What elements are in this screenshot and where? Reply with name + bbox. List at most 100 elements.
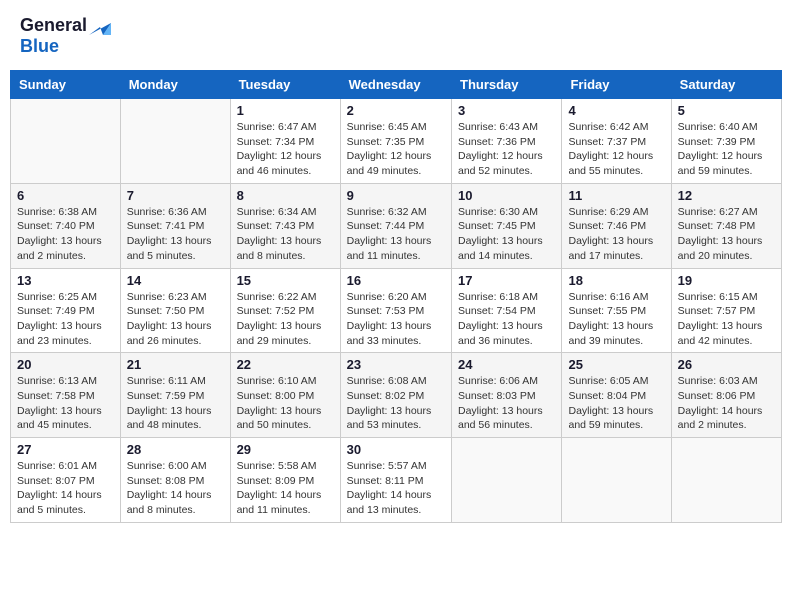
calendar-header-row: SundayMondayTuesdayWednesdayThursdayFrid… [11,71,782,99]
day-detail: Sunrise: 5:57 AM Sunset: 8:11 PM Dayligh… [347,459,445,518]
logo-general-text: General [20,15,87,36]
calendar-cell: 27 Sunrise: 6:01 AM Sunset: 8:07 PM Dayli… [11,438,121,523]
day-detail: Sunrise: 6:03 AM Sunset: 8:06 PM Dayligh… [678,374,775,433]
calendar-cell: 5 Sunrise: 6:40 AM Sunset: 7:39 PM Daylig… [671,99,781,184]
calendar-cell: 14 Sunrise: 6:23 AM Sunset: 7:50 PM Dayli… [120,268,230,353]
day-detail: Sunrise: 6:20 AM Sunset: 7:53 PM Dayligh… [347,290,445,349]
calendar-cell: 17Sunrise: 6:18 AM Sunset: 7:54 PM Dayli… [452,268,562,353]
day-detail: Sunrise: 6:10 AM Sunset: 8:00 PM Dayligh… [237,374,334,433]
day-number: 26 [678,357,775,372]
day-number: 21 [127,357,224,372]
day-detail: Sunrise: 6:13 AM Sunset: 7:58 PM Dayligh… [17,374,114,433]
day-number: 24 [458,357,555,372]
logo-blue-text: Blue [20,36,59,57]
calendar-week-3: 13 Sunrise: 6:25 AM Sunset: 7:49 PM Dayli… [11,268,782,353]
calendar-cell: 30 Sunrise: 5:57 AM Sunset: 8:11 PM Dayli… [340,438,451,523]
logo-bird-icon [89,17,111,35]
day-number: 11 [568,188,664,203]
day-number: 20 [17,357,114,372]
day-number: 7 [127,188,224,203]
day-detail: Sunrise: 6:38 AM Sunset: 7:40 PM Dayligh… [17,205,114,264]
day-number: 6 [17,188,114,203]
calendar-week-4: 20 Sunrise: 6:13 AM Sunset: 7:58 PM Dayli… [11,353,782,438]
day-number: 22 [237,357,334,372]
calendar-cell [562,438,671,523]
calendar-table: SundayMondayTuesdayWednesdayThursdayFrid… [10,70,782,523]
day-detail: Sunrise: 6:22 AM Sunset: 7:52 PM Dayligh… [237,290,334,349]
calendar-cell: 9 Sunrise: 6:32 AM Sunset: 7:44 PM Daylig… [340,183,451,268]
calendar-cell: 4 Sunrise: 6:42 AM Sunset: 7:37 PM Daylig… [562,99,671,184]
calendar-header-tuesday: Tuesday [230,71,340,99]
day-number: 18 [568,273,664,288]
day-number: 15 [237,273,334,288]
day-detail: Sunrise: 6:27 AM Sunset: 7:48 PM Dayligh… [678,205,775,264]
day-number: 1 [237,103,334,118]
calendar-cell: 10 Sunrise: 6:30 AM Sunset: 7:45 PM Dayli… [452,183,562,268]
calendar-cell: 7 Sunrise: 6:36 AM Sunset: 7:41 PM Daylig… [120,183,230,268]
day-number: 23 [347,357,445,372]
calendar-cell: 26 Sunrise: 6:03 AM Sunset: 8:06 PM Dayli… [671,353,781,438]
day-detail: Sunrise: 6:23 AM Sunset: 7:50 PM Dayligh… [127,290,224,349]
day-number: 4 [568,103,664,118]
day-number: 17 [458,273,555,288]
day-detail: Sunrise: 6:36 AM Sunset: 7:41 PM Dayligh… [127,205,224,264]
calendar-cell: 2Sunrise: 6:45 AM Sunset: 7:35 PM Daylig… [340,99,451,184]
day-number: 10 [458,188,555,203]
day-detail: Sunrise: 6:34 AM Sunset: 7:43 PM Dayligh… [237,205,334,264]
calendar-cell [11,99,121,184]
calendar-header-thursday: Thursday [452,71,562,99]
day-number: 30 [347,442,445,457]
calendar-cell: 18Sunrise: 6:16 AM Sunset: 7:55 PM Dayli… [562,268,671,353]
calendar-cell: 8 Sunrise: 6:34 AM Sunset: 7:43 PM Daylig… [230,183,340,268]
day-detail: Sunrise: 6:45 AM Sunset: 7:35 PM Dayligh… [347,120,445,179]
day-detail: Sunrise: 6:40 AM Sunset: 7:39 PM Dayligh… [678,120,775,179]
day-detail: Sunrise: 6:29 AM Sunset: 7:46 PM Dayligh… [568,205,664,264]
calendar-cell: 20 Sunrise: 6:13 AM Sunset: 7:58 PM Dayli… [11,353,121,438]
calendar-cell: 28Sunrise: 6:00 AM Sunset: 8:08 PM Dayli… [120,438,230,523]
calendar-cell [452,438,562,523]
day-detail: Sunrise: 6:32 AM Sunset: 7:44 PM Dayligh… [347,205,445,264]
calendar-header-saturday: Saturday [671,71,781,99]
day-number: 9 [347,188,445,203]
calendar-cell: 15 Sunrise: 6:22 AM Sunset: 7:52 PM Dayli… [230,268,340,353]
calendar-cell: 25Sunrise: 6:05 AM Sunset: 8:04 PM Dayli… [562,353,671,438]
day-detail: Sunrise: 6:30 AM Sunset: 7:45 PM Dayligh… [458,205,555,264]
day-number: 5 [678,103,775,118]
day-detail: Sunrise: 6:08 AM Sunset: 8:02 PM Dayligh… [347,374,445,433]
day-number: 14 [127,273,224,288]
day-detail: Sunrise: 6:15 AM Sunset: 7:57 PM Dayligh… [678,290,775,349]
day-number: 8 [237,188,334,203]
calendar-cell: 19 Sunrise: 6:15 AM Sunset: 7:57 PM Dayli… [671,268,781,353]
day-detail: Sunrise: 6:25 AM Sunset: 7:49 PM Dayligh… [17,290,114,349]
calendar-cell: 16 Sunrise: 6:20 AM Sunset: 7:53 PM Dayli… [340,268,451,353]
calendar-cell: 6 Sunrise: 6:38 AM Sunset: 7:40 PM Daylig… [11,183,121,268]
day-number: 27 [17,442,114,457]
day-number: 13 [17,273,114,288]
calendar-cell: 24 Sunrise: 6:06 AM Sunset: 8:03 PM Dayli… [452,353,562,438]
day-detail: Sunrise: 5:58 AM Sunset: 8:09 PM Dayligh… [237,459,334,518]
day-number: 16 [347,273,445,288]
logo: General Blue [20,15,111,57]
day-detail: Sunrise: 6:01 AM Sunset: 8:07 PM Dayligh… [17,459,114,518]
calendar-cell [671,438,781,523]
day-detail: Sunrise: 6:47 AM Sunset: 7:34 PM Dayligh… [237,120,334,179]
calendar-week-1: 1 Sunrise: 6:47 AM Sunset: 7:34 PM Daylig… [11,99,782,184]
day-number: 12 [678,188,775,203]
day-detail: Sunrise: 6:00 AM Sunset: 8:08 PM Dayligh… [127,459,224,518]
day-detail: Sunrise: 6:06 AM Sunset: 8:03 PM Dayligh… [458,374,555,433]
page-header: General Blue [10,10,782,62]
day-number: 29 [237,442,334,457]
day-number: 19 [678,273,775,288]
calendar-header-wednesday: Wednesday [340,71,451,99]
calendar-cell: 11 Sunrise: 6:29 AM Sunset: 7:46 PM Dayli… [562,183,671,268]
calendar-cell: 23 Sunrise: 6:08 AM Sunset: 8:02 PM Dayli… [340,353,451,438]
calendar-cell: 1 Sunrise: 6:47 AM Sunset: 7:34 PM Daylig… [230,99,340,184]
calendar-cell: 13 Sunrise: 6:25 AM Sunset: 7:49 PM Dayli… [11,268,121,353]
day-number: 3 [458,103,555,118]
day-detail: Sunrise: 6:43 AM Sunset: 7:36 PM Dayligh… [458,120,555,179]
day-detail: Sunrise: 6:42 AM Sunset: 7:37 PM Dayligh… [568,120,664,179]
calendar-header-sunday: Sunday [11,71,121,99]
calendar-cell [120,99,230,184]
day-number: 25 [568,357,664,372]
calendar-week-2: 6 Sunrise: 6:38 AM Sunset: 7:40 PM Daylig… [11,183,782,268]
